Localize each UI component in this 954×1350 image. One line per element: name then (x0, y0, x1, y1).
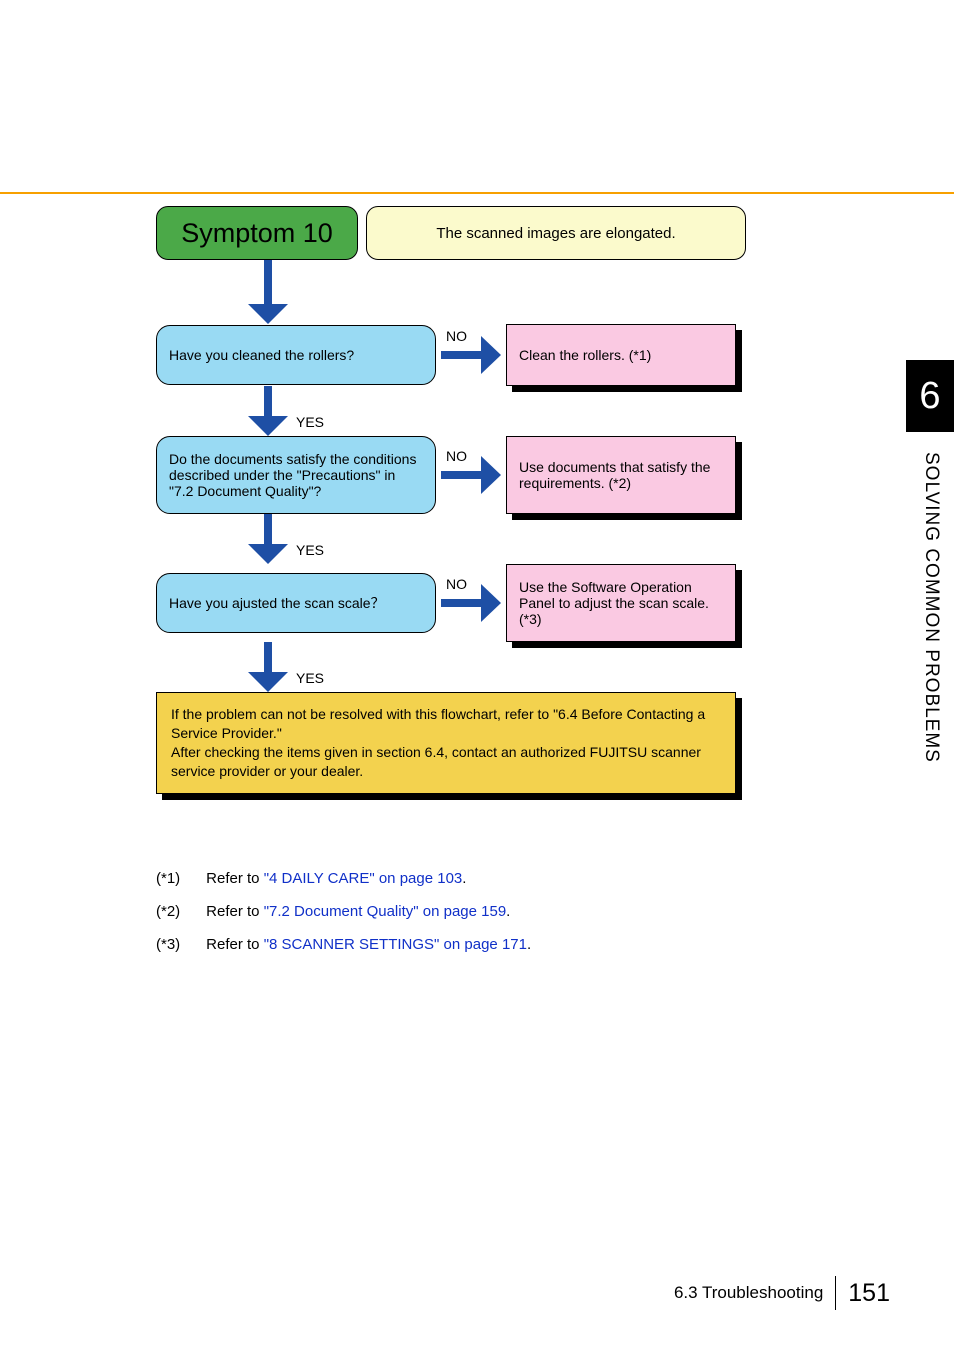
arrow-down-icon (248, 386, 288, 436)
arrow-right-icon (441, 584, 501, 622)
arrow-down-icon (248, 514, 288, 564)
decision-box-3: Have you ajusted the scan scale？ (156, 573, 436, 633)
action-box-1: Clean the rollers. (*1) (506, 324, 736, 386)
divider-rule (0, 192, 954, 194)
arrow-right-wrap-2: NO (436, 456, 506, 494)
footnote-num-3: (*3) (156, 936, 202, 953)
symptom-number-box: Symptom 10 (156, 206, 358, 260)
footnote-1: (*1) Refer to "4 DAILY CARE" on page 103… (156, 870, 531, 887)
yes-wrap-2: YES (156, 514, 746, 564)
step-row-1: Have you cleaned the rollers? NO Clean t… (156, 324, 746, 386)
arrow-down-icon (248, 642, 288, 692)
symptom-description-box: The scanned images are elongated. (366, 206, 746, 260)
chapter-title: SOLVING COMMON PROBLEMS (920, 452, 942, 763)
footnote-num-2: (*2) (156, 903, 202, 920)
step-row-2: Do the documents satisfy the conditions … (156, 436, 746, 514)
footnote-link-2[interactable]: "7.2 Document Quality" on page 159 (264, 903, 506, 920)
yes-label-2: YES (296, 542, 324, 558)
footnote-suffix-3: . (527, 936, 531, 953)
footnote-prefix-2: Refer to (206, 903, 264, 920)
chapter-tab: 6 (906, 360, 954, 432)
yes-wrap-1: YES (156, 386, 746, 436)
footnote-link-3[interactable]: "8 SCANNER SETTINGS" on page 171 (264, 936, 527, 953)
arrow-right-icon (441, 336, 501, 374)
footer-separator (835, 1276, 836, 1310)
footnote-2: (*2) Refer to "7.2 Document Quality" on … (156, 903, 531, 920)
flowchart: Symptom 10 The scanned images are elonga… (156, 206, 746, 794)
step-row-3: Have you ajusted the scan scale？ NO Use … (156, 564, 746, 642)
final-box: If the problem can not be resolved with … (156, 692, 736, 794)
page-number: 151 (848, 1279, 890, 1308)
action-box-3: Use the Software Operation Panel to adju… (506, 564, 736, 642)
action-wrap-1: Clean the rollers. (*1) (506, 324, 736, 386)
footnote-prefix-3: Refer to (206, 936, 264, 953)
arrow-right-wrap-3: NO (436, 584, 506, 622)
symptom-row: Symptom 10 The scanned images are elonga… (156, 206, 746, 260)
footnote-link-1[interactable]: "4 DAILY CARE" on page 103 (264, 870, 463, 887)
action-wrap-3: Use the Software Operation Panel to adju… (506, 564, 736, 642)
arrow-right-icon (441, 456, 501, 494)
footnote-3: (*3) Refer to "8 SCANNER SETTINGS" on pa… (156, 936, 531, 953)
page-footer: 6.3 Troubleshooting 151 (674, 1276, 890, 1310)
decision-box-2: Do the documents satisfy the conditions … (156, 436, 436, 514)
footnote-prefix-1: Refer to (206, 870, 264, 887)
footer-section: 6.3 Troubleshooting (674, 1283, 823, 1303)
footnote-suffix-1: . (462, 870, 466, 887)
yes-label-1: YES (296, 414, 324, 430)
action-wrap-2: Use documents that satisfy the requireme… (506, 436, 736, 514)
arrow-right-wrap-1: NO (436, 336, 506, 374)
arrow-down-icon (248, 260, 288, 324)
footnote-num-1: (*1) (156, 870, 202, 887)
footnote-suffix-2: . (506, 903, 510, 920)
action-box-2: Use documents that satisfy the requireme… (506, 436, 736, 514)
footnotes: (*1) Refer to "4 DAILY CARE" on page 103… (156, 870, 531, 969)
final-wrap: If the problem can not be resolved with … (156, 692, 736, 794)
decision-box-1: Have you cleaned the rollers? (156, 325, 436, 385)
yes-wrap-3: YES (156, 642, 746, 692)
yes-label-3: YES (296, 670, 324, 686)
